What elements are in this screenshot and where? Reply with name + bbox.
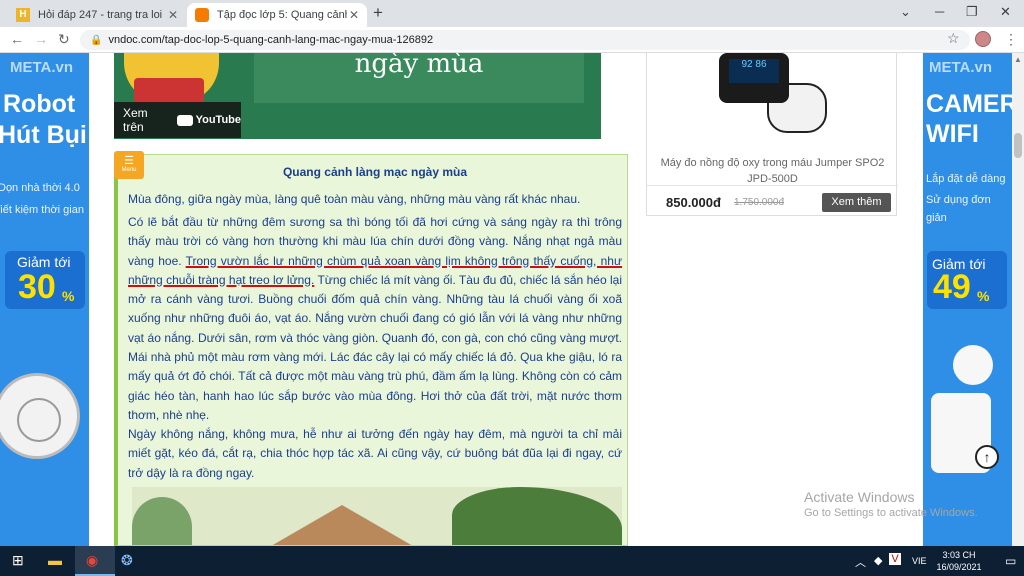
ad-tagline: Tiết kiệm thời gian [0,204,84,216]
tray-app-icon[interactable]: ◆ [874,554,882,567]
hoidap-favicon-icon: H [16,8,30,22]
tab-bar: H Hỏi đáp 247 - trang tra loi ✕ Tập đọc … [0,0,1024,27]
close-tab-icon[interactable]: ✕ [168,8,178,22]
ad-deal-pct: % [977,288,990,304]
tab-title: Tập đọc lớp 5: Quang cảnh làng [217,9,347,21]
back-to-top-button[interactable]: ↑ [975,445,999,469]
view-more-button[interactable]: Xem thêm [822,193,891,212]
oximeter-image: 92 86 [719,53,789,103]
ad-headline: CAMERA [926,90,1012,118]
web-page: META.vn Robot Hút Bụi Dọn nhà thời 4.0 T… [0,53,1024,546]
reload-icon[interactable]: ↻ [58,31,70,48]
article-paragraph: Ngày không nắng, không mưa, hễ như ai tư… [128,427,622,480]
tab-search-icon[interactable]: ⌄ [900,4,911,20]
ad-tagline: Dọn nhà thời 4.0 [0,182,80,194]
right-ad-banner[interactable]: META.vn CAMERA WIFI Lắp đặt dễ dàng Sử d… [923,53,1012,546]
dome-camera-image [953,345,993,385]
close-window-icon[interactable]: ✕ [1000,4,1011,20]
clock[interactable]: 3:03 CH 16/09/2021 [934,549,984,573]
tab-hoidap[interactable]: H Hỏi đáp 247 - trang tra loi ✕ [8,3,186,27]
address-bar-row: ← → ↻ 🔒 vndoc.com/tap-doc-lop-5-quang-ca… [0,27,1024,53]
clock-date: 16/09/2021 [936,562,982,572]
url-text: vndoc.com/tap-doc-lop-5-quang-canh-lang-… [108,34,434,46]
ad-tagline: Sử dụng đơn giản [926,194,991,224]
product-card[interactable]: 92 86 Máy đo nồng độ oxy trong máu Jumpe… [646,53,898,216]
app-icon[interactable]: ❂ [121,552,133,569]
bookmark-star-icon[interactable]: ☆ [947,30,960,47]
windows-taskbar: ⊞ ▬ ◉ ❂ ︿ ◆ V VIE 3:03 CH 16/09/2021 ▭ [0,546,1024,576]
arrow-up-icon: ↑ [983,449,991,465]
watch-on-label: Xem trên [123,106,148,134]
vndoc-favicon-icon [195,8,209,22]
left-ad-banner[interactable]: META.vn Robot Hút Bụi Dọn nhà thời 4.0 T… [0,53,89,546]
article-paragraph: Mùa đông, giữa ngày mùa, làng quê toàn m… [128,192,581,206]
language-indicator[interactable]: VIE [912,556,927,566]
product-price: 850.000đ [666,195,721,210]
article-box: Quang cảnh làng mạc ngày mùa Mùa đông, g… [114,154,628,546]
ad-deal-pct: % [62,288,75,304]
file-explorer-icon[interactable]: ▬ [48,552,62,568]
article-title: Quang cảnh làng mạc ngày mùa [282,165,468,179]
hamburger-icon: ☰ [124,155,134,167]
activation-watermark: Activate Windows [804,489,915,505]
tab-title: Hỏi đáp 247 - trang tra loi [38,9,163,21]
scroll-up-icon[interactable]: ▲ [1014,55,1022,64]
village-illustration [132,487,622,545]
video-board-text: ngày mùa [254,53,584,103]
windows-start-icon[interactable]: ⊞ [12,552,24,569]
notification-icon[interactable]: ▭ [1005,554,1016,568]
new-tab-icon[interactable]: + [373,3,383,23]
activation-watermark-sub: Go to Settings to activate Windows. [804,507,978,519]
ad-tagline: Lắp đặt dễ dàng [926,173,1006,185]
tray-v-icon[interactable]: V [889,553,901,565]
menu-badge-button[interactable]: ☰ Menu [114,151,144,179]
divider [647,185,898,186]
ad-headline: Hút Bụi [0,121,87,149]
forward-icon[interactable]: → [34,31,48,47]
ad-deal-value: 30 [18,268,56,306]
red-book-image [134,78,204,103]
clock-time: 3:03 CH [942,550,976,560]
url-input[interactable]: 🔒 vndoc.com/tap-doc-lop-5-quang-canh-lan… [80,30,970,50]
article-paragraph: Có lẽ bắt đầu từ những đêm sương sa thì … [128,213,622,425]
youtube-play-icon [176,114,193,126]
back-icon[interactable]: ← [10,31,24,47]
tab-tapdoc[interactable]: Tập đọc lớp 5: Quang cảnh làng ✕ [187,3,367,27]
oximeter-screen: 92 86 [729,59,779,83]
menu-badge-label: Menu [121,167,137,173]
ad-brand: META.vn [929,59,993,76]
page-scrollbar[interactable]: ▲ [1012,53,1024,546]
browser-menu-icon[interactable]: ⋮ [1004,31,1018,48]
watch-on-youtube-button[interactable]: Xem trên YouTube [114,102,241,138]
youtube-embed[interactable]: ngày mùa Xem trên YouTube [114,53,601,139]
restore-icon[interactable]: ❐ [966,4,978,20]
product-old-price: 1.750.000đ [734,197,785,208]
ad-headline: Robot [3,90,76,118]
scrollbar-thumb[interactable] [1014,133,1022,158]
tray-chevron-icon[interactable]: ︿ [855,554,866,570]
chrome-icon[interactable]: ◉ [86,552,98,569]
lock-icon: 🔒 [90,34,103,46]
ad-deal-value: 49 [933,268,971,306]
profile-avatar[interactable] [975,31,991,47]
paragraph-text: Từng chiếc lá mít vàng ối. Tàu đu đủ, ch… [128,272,623,422]
youtube-logo: YouTube [195,114,241,126]
product-name[interactable]: Máy đo nồng độ oxy trong máu Jumper SPO2… [647,155,898,187]
close-tab-icon[interactable]: ✕ [349,8,359,22]
robot-vacuum-image [0,373,80,459]
ad-headline: WIFI [926,120,979,148]
ad-brand: META.vn [10,59,74,76]
minimize-icon[interactable]: ─ [935,4,944,19]
